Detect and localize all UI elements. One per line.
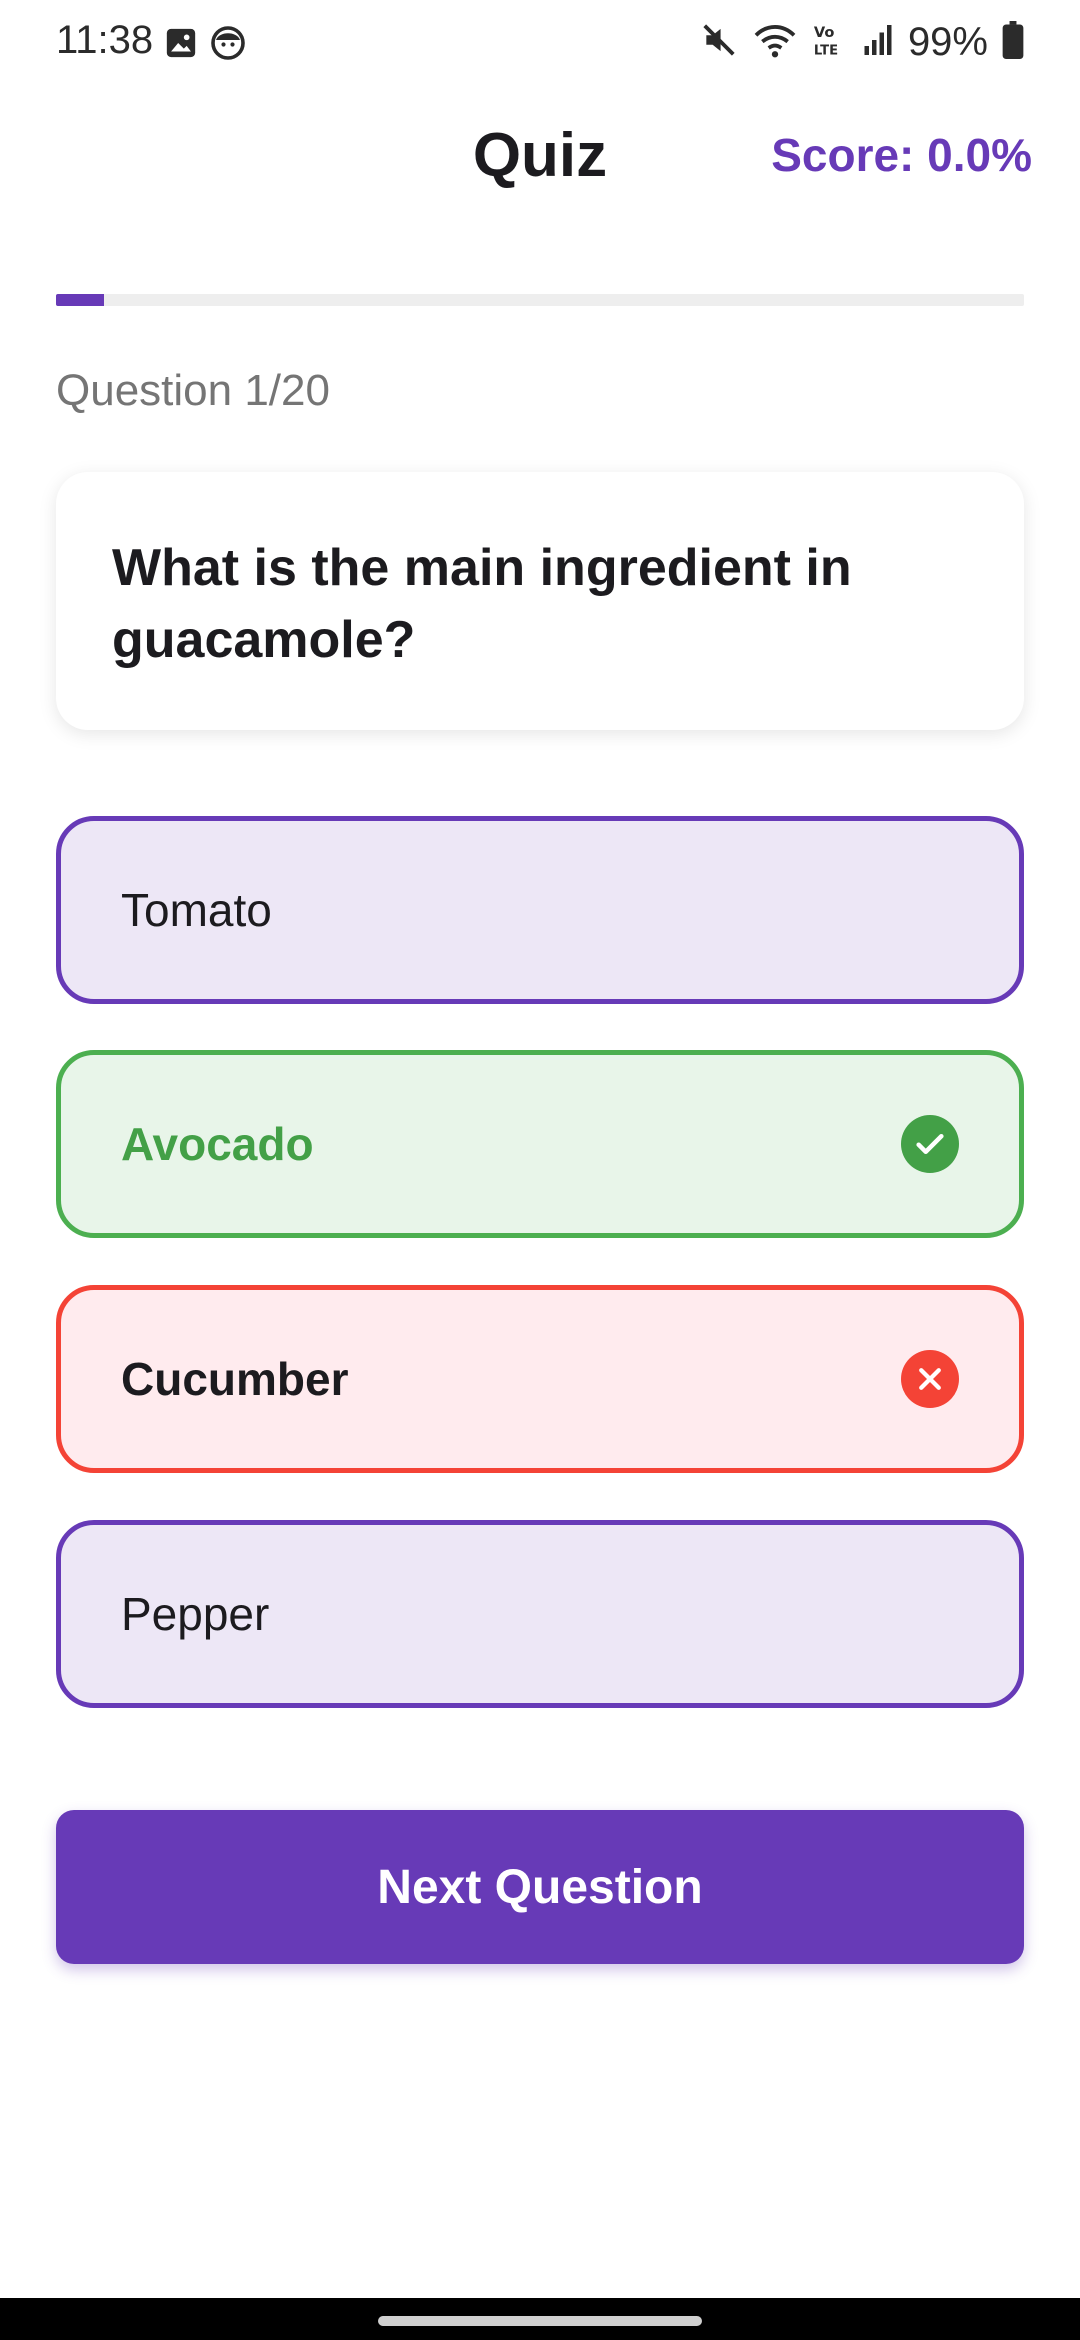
wifi-icon: [752, 21, 798, 64]
quiz-progress-bar: [56, 294, 1024, 306]
question-text: What is the main ingredient in guacamole…: [112, 539, 852, 669]
face-icon: [210, 24, 246, 62]
check-icon: [901, 1115, 959, 1173]
volte-icon: Vo LTE: [812, 21, 848, 64]
option-label: Pepper: [121, 1588, 270, 1640]
option-tomato[interactable]: Tomato: [56, 816, 1024, 1004]
battery-percent: 99%: [907, 19, 988, 64]
mute-icon: [700, 21, 738, 64]
option-cucumber[interactable]: Cucumber: [56, 1285, 1024, 1473]
option-label: Tomato: [121, 884, 272, 936]
close-icon: [901, 1350, 959, 1408]
next-question-button[interactable]: Next Question: [56, 1810, 1024, 1964]
home-gesture-handle[interactable]: [378, 2316, 702, 2326]
image-icon: [164, 24, 198, 62]
option-label: Cucumber: [121, 1353, 349, 1405]
battery-icon: [1002, 20, 1024, 64]
option-label: Avocado: [121, 1118, 314, 1170]
question-counter: Question 1/20: [56, 366, 330, 415]
score-label: Score: 0.0%: [771, 129, 1032, 181]
quiz-progress-fill: [56, 294, 105, 306]
status-time: 11:38: [56, 18, 154, 62]
status-icons: Vo LTE 99%: [700, 18, 1024, 66]
svg-text:Vo: Vo: [814, 24, 835, 41]
signal-icon: [862, 22, 894, 63]
navigation-bar: [0, 2298, 1080, 2340]
svg-text:LTE: LTE: [814, 43, 838, 58]
question-card: What is the main ingredient in guacamole…: [56, 472, 1024, 730]
status-bar: 11:38 Vo LTE 99%: [0, 0, 1080, 86]
option-avocado[interactable]: Avocado: [56, 1050, 1024, 1238]
option-pepper[interactable]: Pepper: [56, 1520, 1024, 1708]
